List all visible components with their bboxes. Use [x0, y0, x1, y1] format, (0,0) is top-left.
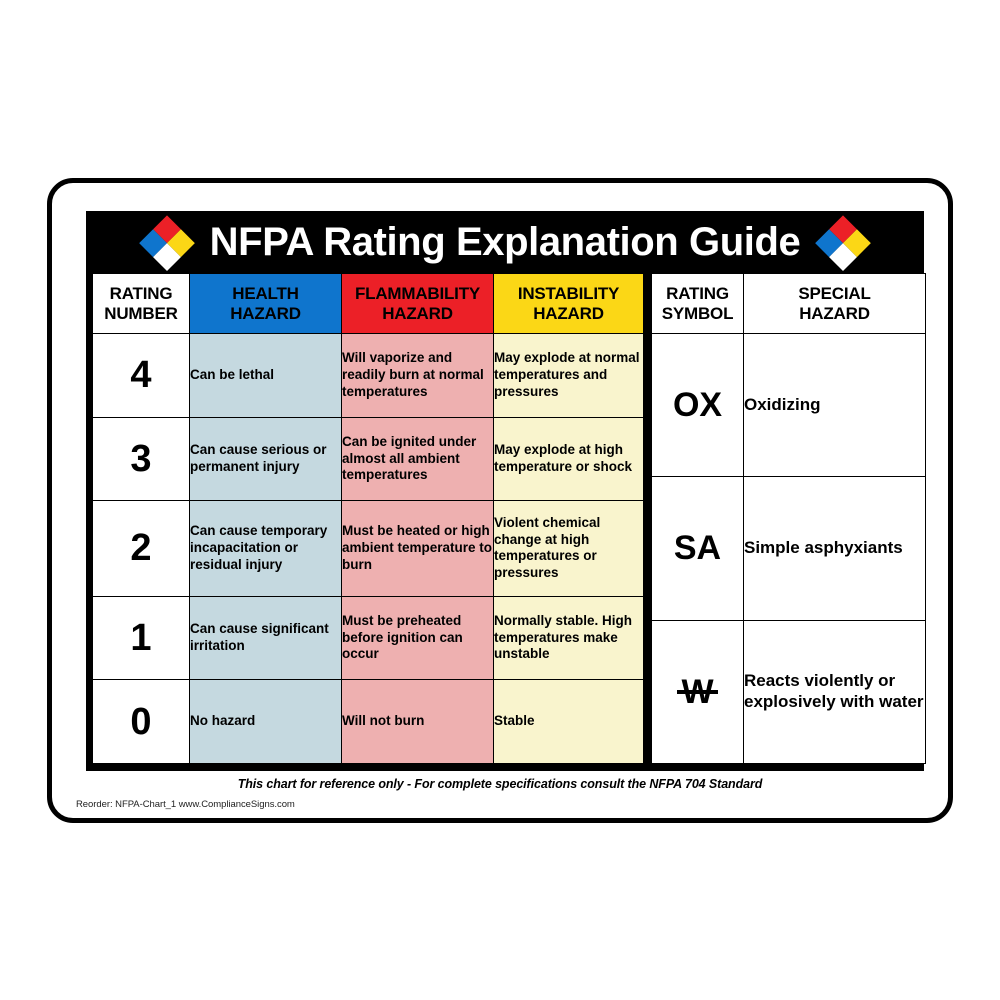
- header-flammability-hazard-line2: HAZARD: [382, 303, 453, 323]
- w-strikethrough-symbol: W: [677, 672, 718, 711]
- header-instability-hazard: INSTABILITY HAZARD: [493, 273, 644, 334]
- table-row: SA Simple asphyxiants: [651, 476, 926, 621]
- footer-note: This chart for reference only - For comp…: [237, 777, 763, 791]
- flammability-hazard-2: Must be heated or high ambient temperatu…: [341, 500, 494, 597]
- reorder-line: Reorder: NFPA-Chart_1 www.ComplianceSign…: [76, 799, 295, 810]
- header-health-hazard-line1: HEALTH: [232, 284, 299, 304]
- instability-hazard-1: Normally stable. High temperatures make …: [493, 595, 644, 681]
- header-rating-symbol-line2: SYMBOL: [661, 303, 734, 323]
- header-rating-symbol: RATING SYMBOL: [651, 273, 744, 334]
- header-health-hazard-line2: HAZARD: [230, 303, 301, 323]
- page-title: NFPA Rating Explanation Guide: [209, 220, 801, 264]
- instability-hazard-4: May explode at normal temperatures and p…: [493, 333, 644, 418]
- health-hazard-0: No hazard: [189, 679, 342, 764]
- flammability-hazard-1: Must be preheated before ignition can oc…: [341, 595, 494, 681]
- rating-number-0: 0: [92, 679, 190, 764]
- flammability-hazard-0: Will not burn: [341, 679, 494, 764]
- special-hazard-oxidizing: Oxidizing: [743, 332, 926, 478]
- nfpa-diamond-icon-left: [138, 213, 196, 271]
- header-flammability-hazard-line1: FLAMMABILITY: [354, 284, 481, 304]
- header-health-hazard: HEALTH HAZARD: [189, 273, 342, 334]
- header-rating-symbol-line1: RATING: [666, 284, 729, 304]
- header-rating-number: RATING NUMBER: [92, 273, 190, 334]
- instability-hazard-0: Stable: [493, 679, 644, 764]
- health-hazard-1: Can cause significant irritation: [189, 595, 342, 681]
- nfpa-diamond-icon-right: [814, 213, 872, 271]
- instability-hazard-3: May explode at high temperature or shock: [493, 416, 644, 502]
- header-flammability-hazard: FLAMMABILITY HAZARD: [341, 273, 494, 334]
- table-row: 1 Can cause significant irritation Must …: [92, 595, 644, 681]
- health-hazard-2: Can cause temporary incapacitation or re…: [189, 500, 342, 597]
- header-special-hazard: SPECIAL HAZARD: [743, 273, 926, 334]
- header-special-hazard-line1: SPECIAL: [798, 284, 871, 304]
- special-hazard-simple-asphyxiants: Simple asphyxiants: [743, 476, 926, 621]
- health-hazard-4: Can be lethal: [189, 333, 342, 418]
- table-row: 0 No hazard Will not burn Stable: [92, 679, 644, 764]
- table-row: 3 Can cause serious or permanent injury …: [92, 416, 644, 502]
- table-row: 2 Can cause temporary incapacitation or …: [92, 500, 644, 597]
- rating-number-1: 1: [92, 595, 190, 681]
- rating-table-header-row: RATING NUMBER HEALTH HAZARD FLAMMABILITY…: [92, 273, 644, 334]
- flammability-hazard-4: Will vaporize and readily burn at normal…: [341, 333, 494, 418]
- tables-wrap: RATING NUMBER HEALTH HAZARD FLAMMABILITY…: [86, 273, 926, 771]
- chart-black-panel: NFPA Rating Explanation Guide RATING NUM…: [86, 211, 926, 771]
- sa-symbol: SA: [651, 476, 744, 621]
- header-instability-hazard-line1: INSTABILITY: [517, 284, 620, 304]
- rating-number-4: 4: [92, 333, 190, 418]
- ox-symbol: OX: [651, 332, 744, 478]
- special-hazard-reacts-with-water: Reacts violently or explosively with wat…: [743, 619, 926, 765]
- instability-hazard-2: Violent chemical change at high temperat…: [493, 500, 644, 597]
- special-hazard-table: RATING SYMBOL SPECIAL HAZARD OX Oxidizin…: [651, 273, 926, 765]
- nfpa-sign-plate: NFPA Rating Explanation Guide RATING NUM…: [47, 178, 953, 823]
- rating-number-2: 2: [92, 500, 190, 597]
- header-instability-hazard-line2: HAZARD: [533, 303, 604, 323]
- special-table-header-row: RATING SYMBOL SPECIAL HAZARD: [651, 273, 926, 334]
- header-rating-number-line2: NUMBER: [104, 303, 178, 323]
- table-row: W Reacts violently or explosively with w…: [651, 619, 926, 765]
- title-bar: NFPA Rating Explanation Guide: [86, 211, 924, 273]
- table-row: OX Oxidizing: [651, 332, 926, 478]
- header-rating-number-line1: RATING: [109, 284, 173, 304]
- header-special-hazard-line2: HAZARD: [799, 303, 870, 323]
- table-row: 4 Can be lethal Will vaporize and readil…: [92, 333, 644, 418]
- health-hazard-3: Can cause serious or permanent injury: [189, 416, 342, 502]
- w-strikethrough-symbol-cell: W: [651, 619, 744, 765]
- rating-number-table: RATING NUMBER HEALTH HAZARD FLAMMABILITY…: [92, 273, 644, 764]
- flammability-hazard-3: Can be ignited under almost all ambient …: [341, 416, 494, 502]
- rating-number-3: 3: [92, 416, 190, 502]
